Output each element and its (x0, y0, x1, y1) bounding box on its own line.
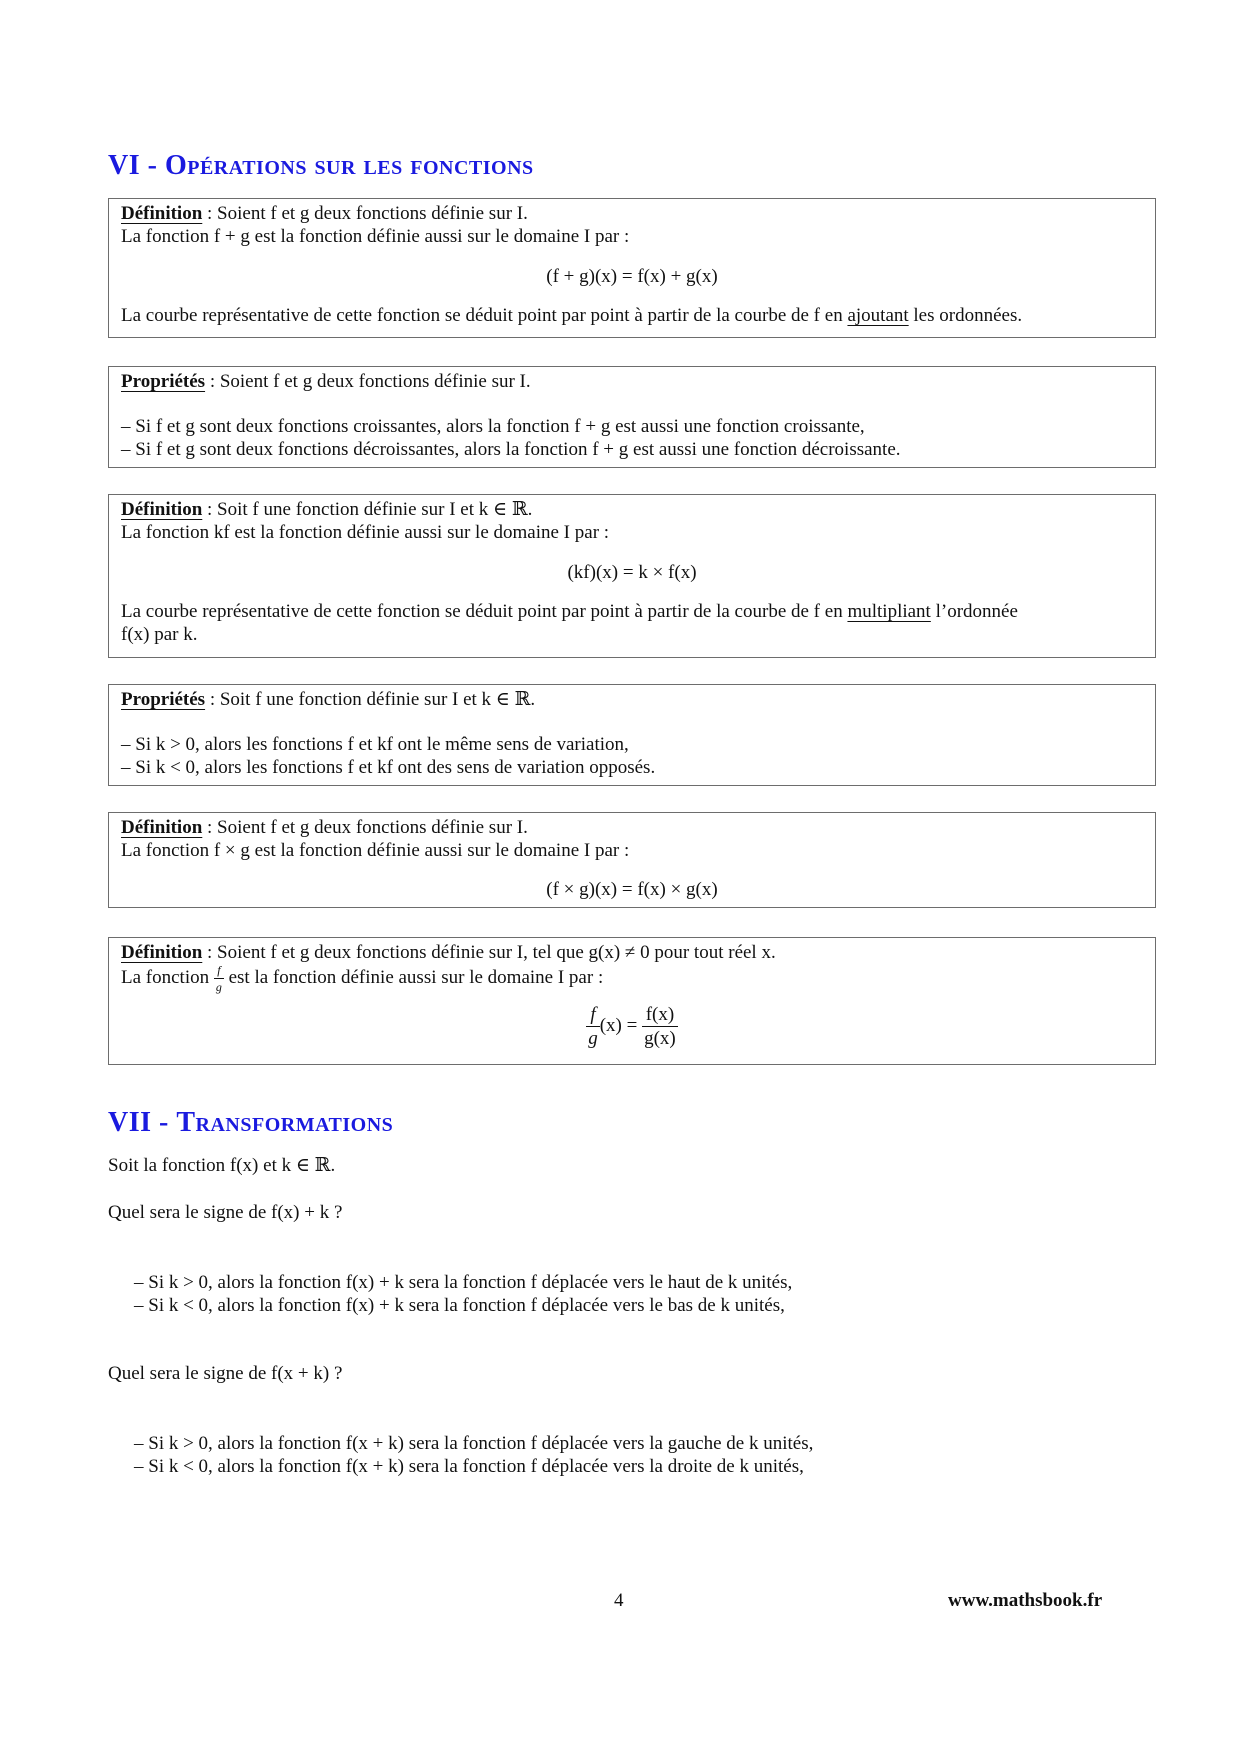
box-line: Propriétés : Soit f une fonction définie… (121, 688, 1143, 711)
box-line: La fonction kf est la fonction définie a… (121, 522, 610, 543)
list-item: – Si k < 0, alors la fonction f(x + k) s… (134, 1456, 804, 1477)
fraction-denominator: g(x) (644, 1028, 676, 1049)
equation-middle: (x) = (599, 1014, 643, 1036)
box-text: : Soient f et g deux fonctions définie s… (205, 371, 531, 392)
rhs-fraction: f(x) g(x) (642, 1005, 678, 1048)
properties-label: Propriétés (121, 371, 206, 392)
box-line: Définition : Soient f et g deux fonction… (121, 816, 1143, 839)
fraction-numerator: f (213, 964, 224, 979)
equation: f g (x) = f(x) g(x) (121, 1005, 1143, 1048)
website-footer: www.mathsbook.fr (948, 1590, 1103, 1611)
box-line: f(x) par k. (121, 624, 198, 645)
section-title-text: Transformations (176, 1107, 394, 1138)
list-item: – Si f et g sont deux fonctions décroiss… (121, 439, 901, 460)
properties-box-sum: Propriétés : Soient f et g deux fonction… (108, 366, 1156, 468)
intro-text: Soit la fonction f(x) et k ∈ ℝ. (108, 1155, 336, 1176)
box-text: : Soit f une fonction définie sur I et k… (205, 689, 536, 710)
box-line: La fonction f + g est la fonction défini… (121, 226, 630, 247)
section-number: VI - (108, 150, 165, 181)
properties-box-scalar: Propriétés : Soit f une fonction définie… (108, 684, 1156, 786)
box-text: : Soit f une fonction définie sur I et k… (202, 499, 533, 520)
definition-box-product: Définition : Soient f et g deux fonction… (108, 812, 1156, 908)
box-line: La courbe représentative de cette foncti… (121, 600, 1143, 623)
list-item: – Si k < 0, alors la fonction f(x) + k s… (134, 1295, 785, 1316)
list-item: – Si k < 0, alors les fonctions f et kf … (121, 757, 656, 778)
box-text: La courbe représentative de cette foncti… (121, 305, 848, 326)
list-item: – Si k > 0, alors la fonction f(x + k) s… (134, 1433, 814, 1454)
definition-label: Définition (121, 942, 203, 963)
box-text: les ordonnées. (908, 305, 1023, 326)
equation: (f + g)(x) = f(x) + g(x) (546, 266, 718, 287)
question-vertical-shift: Quel sera le signe de f(x) + k ? (108, 1202, 343, 1223)
properties-label: Propriétés (121, 689, 206, 710)
list-item: – Si k > 0, alors la fonction f(x) + k s… (134, 1272, 793, 1293)
horizontal-shift-list: – Si k > 0, alors la fonction f(x + k) s… (134, 1432, 813, 1478)
question-horizontal-shift: Quel sera le signe de f(x + k) ? (108, 1363, 343, 1384)
fraction-denominator: g (215, 980, 222, 994)
box-line: La courbe représentative de cette foncti… (121, 304, 1143, 327)
box-text: La courbe représentative de cette foncti… (121, 601, 848, 622)
document-page: VI - Opérations sur les fonctions Défini… (0, 0, 1240, 1753)
vertical-shift-list: – Si k > 0, alors la fonction f(x) + k s… (134, 1271, 792, 1317)
section-title-operations: VI - Opérations sur les fonctions (108, 150, 534, 182)
lhs-fraction: fg (586, 1005, 600, 1048)
definition-label: Définition (121, 817, 203, 838)
equation: (kf)(x) = k × f(x) (567, 562, 697, 583)
list-item: – Si k > 0, alors les fonctions f et kf … (121, 734, 629, 755)
box-text: : Soient f et g deux fonctions définie s… (202, 817, 528, 838)
definition-label: Définition (121, 499, 203, 520)
box-text: l’ordonnée (930, 601, 1018, 622)
box-line: Définition : Soient f et g deux fonction… (121, 941, 1143, 964)
definition-box-scalar: Définition : Soit f une fonction définie… (108, 494, 1156, 658)
box-text: : Soient f et g deux fonctions définie s… (202, 203, 528, 224)
box-text: La fonction (121, 966, 214, 988)
box-line: La fonction fg est la fonction définie a… (121, 964, 1143, 993)
equation: (f × g)(x) = f(x) × g(x) (546, 879, 718, 900)
section-title-transformations: VII - Transformations (108, 1107, 393, 1139)
box-line: Définition : Soient f et g deux fonction… (121, 202, 1143, 225)
section-number: VII - (108, 1107, 177, 1138)
definition-label: Définition (121, 203, 203, 224)
definition-box-sum: Définition : Soient f et g deux fonction… (108, 198, 1156, 338)
page-number: 4 (614, 1590, 624, 1611)
section-title-text: Opérations sur les fonctions (164, 150, 534, 181)
underlined-word: ajoutant (847, 305, 909, 326)
box-line: Propriétés : Soient f et g deux fonction… (121, 370, 1143, 393)
definition-box-quotient: Définition : Soient f et g deux fonction… (108, 937, 1156, 1065)
box-text: : Soient f et g deux fonctions définie s… (202, 942, 776, 963)
box-text: est la fonction définie aussi sur le dom… (223, 966, 604, 988)
list-item: – Si f et g sont deux fonctions croissan… (121, 416, 865, 437)
fraction-numerator: f (586, 1005, 600, 1027)
underlined-word: multipliant (847, 601, 931, 622)
fraction-denominator: g (588, 1028, 598, 1049)
box-line: Définition : Soit f une fonction définie… (121, 498, 1143, 521)
box-line: La fonction f × g est la fonction défini… (121, 840, 630, 861)
inline-fraction: fg (213, 964, 224, 994)
fraction-numerator: f(x) (642, 1005, 678, 1027)
